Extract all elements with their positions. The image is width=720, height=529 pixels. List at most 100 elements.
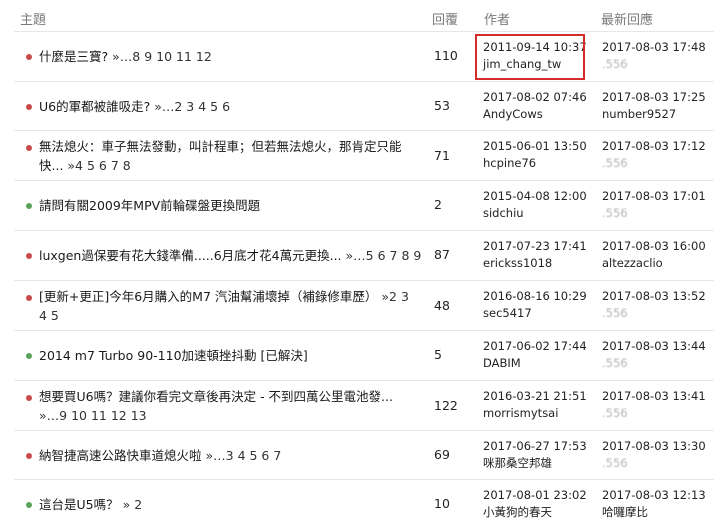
- author-name[interactable]: DABIM: [483, 355, 587, 372]
- latest-cell: 2017-08-03 13:44 .556: [602, 338, 706, 372]
- table-header: 主題 回覆 作者 最新回應: [0, 0, 720, 34]
- status-dot-icon: [26, 295, 32, 301]
- author-name[interactable]: hcpine76: [483, 155, 587, 172]
- author-cell: 2016-03-21 21:51 morrismytsai: [483, 388, 587, 422]
- latest-user[interactable]: number9527: [602, 106, 706, 123]
- topic-cell: 納智捷高速公路快車道熄火啦 »…3 4 5 6 7: [39, 446, 411, 465]
- latest-user[interactable]: .556: [602, 305, 706, 322]
- table-row: 這台是U5嗎？ » 2 10 2017-08-01 23:02 小黃狗的春天 2…: [14, 479, 714, 529]
- author-date: 2016-08-16 10:29: [483, 289, 587, 303]
- table-row: U6的軍都被誰吸走? »…2 3 4 5 6 53 2017-08-02 07:…: [14, 81, 714, 131]
- author-cell: 2015-06-01 13:50 hcpine76: [483, 138, 587, 172]
- page-links[interactable]: » 2: [119, 497, 143, 512]
- status-dot-icon: [26, 501, 32, 508]
- latest-cell: 2017-08-03 17:25 number9527: [602, 89, 706, 123]
- author-date: 2017-06-02 17:44: [483, 339, 587, 353]
- latest-date[interactable]: 2017-08-03 17:12: [602, 138, 706, 155]
- table-row: 想要買U6嗎？建議你看完文章後再決定 - 不到四萬公里電池發... »…9 10…: [14, 380, 714, 432]
- author-name[interactable]: AndyCows: [483, 106, 587, 123]
- status-dot-icon: [26, 145, 32, 151]
- latest-cell: 2017-08-03 13:30 .556: [602, 438, 706, 472]
- latest-date[interactable]: 2017-08-03 13:30: [602, 438, 706, 455]
- author-name[interactable]: sec5417: [483, 305, 587, 322]
- topic-cell: 請問有關2009年MPV前輪碟盤更換問題: [39, 196, 411, 215]
- status-dot-icon: [26, 352, 32, 359]
- latest-user[interactable]: .556: [602, 355, 706, 372]
- highlight-box: [475, 34, 585, 80]
- latest-user[interactable]: .556: [602, 455, 706, 472]
- reply-count: 110: [434, 47, 458, 63]
- latest-user[interactable]: 哈囉摩比: [602, 504, 706, 521]
- status-dot-icon: [26, 53, 32, 60]
- topic-link[interactable]: 什麼是三寶?: [39, 49, 108, 64]
- latest-user[interactable]: .556: [602, 155, 706, 172]
- author-cell: 2017-06-27 17:53 咪那桑空邦雄: [483, 438, 587, 472]
- reply-count: 71: [434, 147, 450, 163]
- table-row: 無法熄火：車子無法發動，叫計程車；但若無法熄火，那肯定只能快... »4 5 6…: [14, 130, 714, 182]
- latest-user[interactable]: .556: [602, 56, 706, 73]
- page-links[interactable]: »…9 10 11 12 13: [39, 408, 147, 423]
- header-author[interactable]: 作者: [484, 9, 510, 28]
- author-date: 2017-08-01 23:02: [483, 488, 587, 502]
- topic-cell: U6的軍都被誰吸走? »…2 3 4 5 6: [39, 97, 411, 116]
- latest-cell: 2017-08-03 16:00 altezzaclio: [602, 238, 706, 272]
- author-name[interactable]: morrismytsai: [483, 405, 587, 422]
- status-dot-icon: [26, 395, 32, 401]
- author-date: 2017-08-02 07:46: [483, 90, 587, 104]
- latest-cell: 2017-08-03 17:12 .556: [602, 138, 706, 172]
- topic-link[interactable]: 這台是U5嗎？: [39, 497, 119, 512]
- table-row: 2014 m7 Turbo 90-110加速頓挫抖動 [已解決] 5 2017-…: [14, 330, 714, 380]
- header-latest[interactable]: 最新回應: [601, 9, 653, 28]
- latest-cell: 2017-08-03 13:41 .556: [602, 388, 706, 422]
- latest-date[interactable]: 2017-08-03 13:44: [602, 338, 706, 355]
- reply-count: 122: [434, 397, 458, 413]
- topic-cell: 什麼是三寶? »…8 9 10 11 12: [39, 47, 411, 66]
- table-row: luxgen過保要有花大錢準備.....6月底才花4萬元更換... »…5 6 …: [14, 230, 714, 280]
- table-row: 什麼是三寶? »…8 9 10 11 12 110 2011-09-14 10:…: [14, 31, 714, 81]
- status-dot-icon: [26, 202, 32, 209]
- page-links[interactable]: »…2 3 4 5 6: [150, 99, 230, 114]
- page-links[interactable]: »4 5 6 7 8: [63, 158, 130, 173]
- author-cell: 2016-08-16 10:29 sec5417: [483, 288, 587, 322]
- header-replies[interactable]: 回覆: [432, 9, 458, 28]
- latest-user[interactable]: altezzaclio: [602, 255, 706, 272]
- latest-date[interactable]: 2017-08-03 13:41: [602, 388, 706, 405]
- author-cell: 2015-04-08 12:00 sidchiu: [483, 188, 587, 222]
- latest-date[interactable]: 2017-08-03 12:13: [602, 487, 706, 504]
- author-cell: 2017-08-02 07:46 AndyCows: [483, 89, 587, 123]
- author-name[interactable]: sidchiu: [483, 205, 587, 222]
- author-name[interactable]: erickss1018: [483, 255, 587, 272]
- topic-link[interactable]: 想要買U6嗎？建議你看完文章後再決定 - 不到四萬公里電池發...: [39, 389, 393, 404]
- topic-link[interactable]: luxgen過保要有花大錢準備.....6月底才花4萬元更換...: [39, 248, 342, 263]
- topic-link[interactable]: [更新+更正]今年6月購入的M7 汽油幫浦壞掉（補錄修車歷）: [39, 289, 377, 304]
- topic-link[interactable]: 納智捷高速公路快車道熄火啦: [39, 448, 202, 463]
- table-row: 納智捷高速公路快車道熄火啦 »…3 4 5 6 7 69 2017-06-27 …: [14, 430, 714, 480]
- reply-count: 48: [434, 297, 450, 313]
- topic-cell: 想要買U6嗎？建議你看完文章後再決定 - 不到四萬公里電池發... »…9 10…: [39, 387, 411, 425]
- author-name[interactable]: 咪那桑空邦雄: [483, 455, 587, 472]
- page-links[interactable]: »…5 6 7 8 9: [342, 248, 422, 263]
- author-name[interactable]: 小黃狗的春天: [483, 504, 587, 521]
- latest-date[interactable]: 2017-08-03 13:52: [602, 288, 706, 305]
- topic-link[interactable]: U6的軍都被誰吸走?: [39, 99, 150, 114]
- page-links[interactable]: »…8 9 10 11 12: [108, 49, 212, 64]
- latest-user[interactable]: .556: [602, 405, 706, 422]
- reply-count: 10: [434, 495, 450, 511]
- latest-user[interactable]: .556: [602, 205, 706, 222]
- author-date: 2017-07-23 17:41: [483, 239, 587, 253]
- page-links[interactable]: »…3 4 5 6 7: [202, 448, 281, 463]
- author-date: 2015-06-01 13:50: [483, 139, 587, 153]
- latest-cell: 2017-08-03 17:01 .556: [602, 188, 706, 222]
- header-topic[interactable]: 主題: [20, 9, 46, 28]
- author-cell: 2017-08-01 23:02 小黃狗的春天: [483, 487, 587, 521]
- author-date: 2016-03-21 21:51: [483, 389, 587, 403]
- latest-cell: 2017-08-03 13:52 .556: [602, 288, 706, 322]
- topic-cell: luxgen過保要有花大錢準備.....6月底才花4萬元更換... »…5 6 …: [39, 246, 421, 265]
- latest-date[interactable]: 2017-08-03 16:00: [602, 238, 706, 255]
- author-date: 2015-04-08 12:00: [483, 189, 587, 203]
- topic-link[interactable]: 請問有關2009年MPV前輪碟盤更換問題: [39, 198, 260, 213]
- latest-date[interactable]: 2017-08-03 17:48: [602, 39, 706, 56]
- latest-date[interactable]: 2017-08-03 17:01: [602, 188, 706, 205]
- topic-link[interactable]: 2014 m7 Turbo 90-110加速頓挫抖動 [已解決]: [39, 348, 308, 363]
- latest-date[interactable]: 2017-08-03 17:25: [602, 89, 706, 106]
